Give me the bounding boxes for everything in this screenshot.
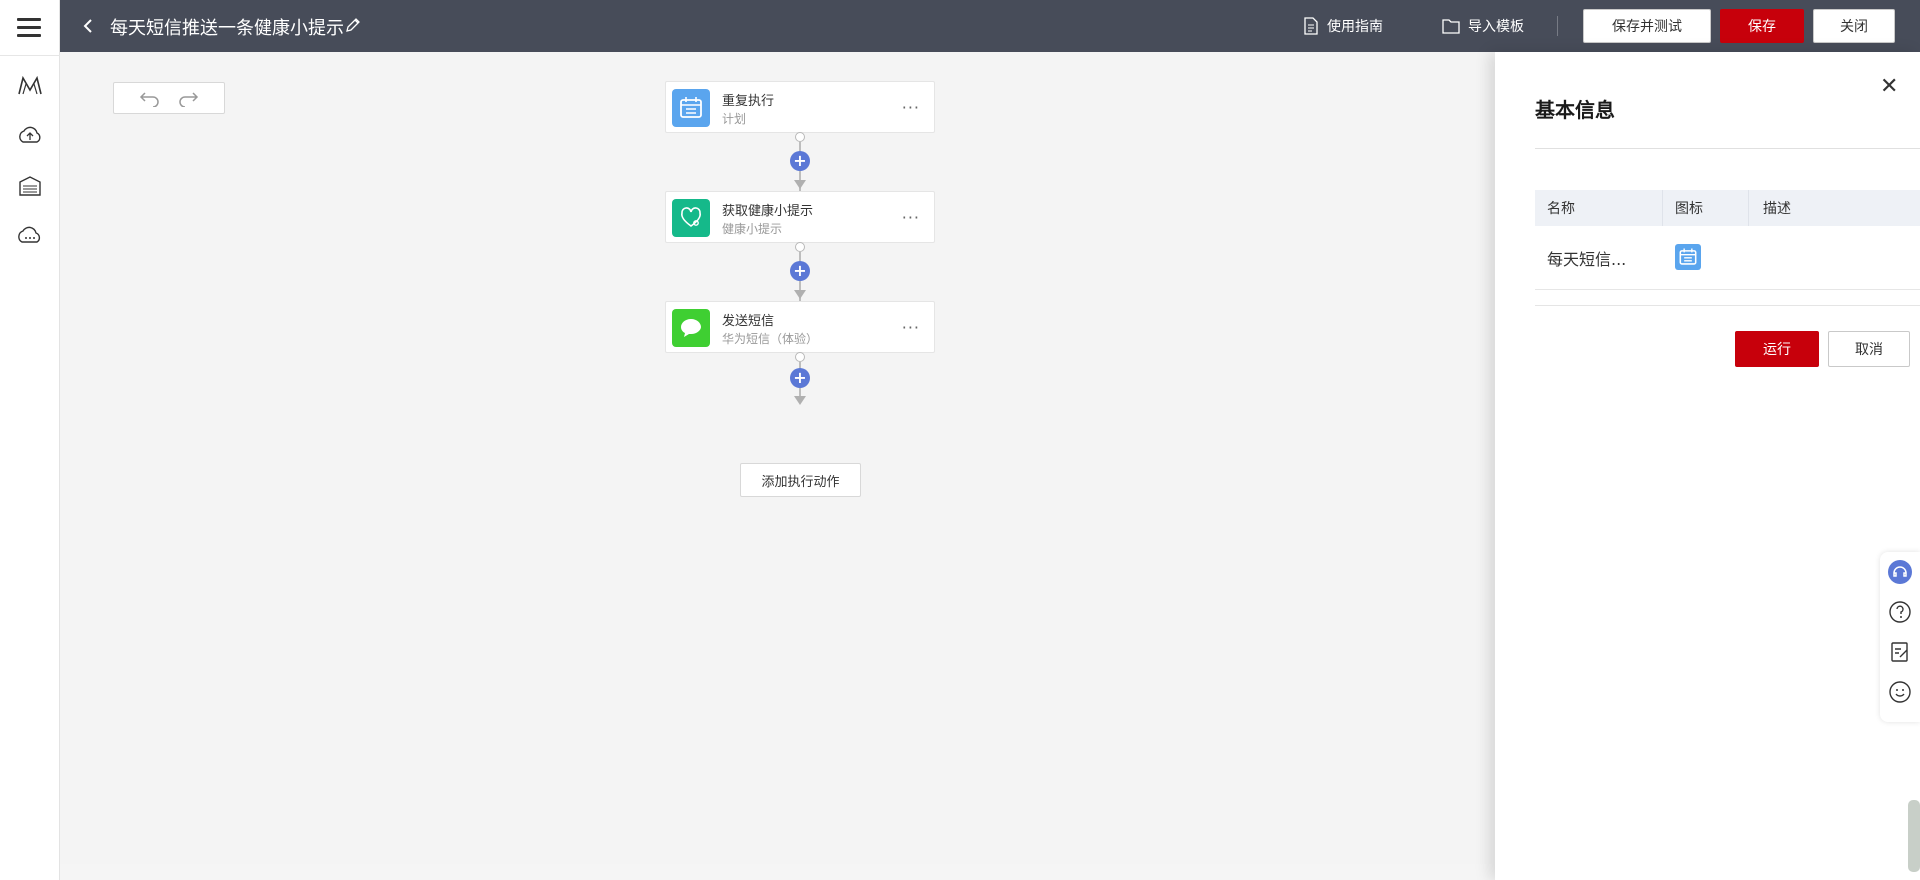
mountain-logo-icon[interactable] — [16, 72, 44, 100]
edit-pencil-icon[interactable] — [344, 16, 362, 34]
flow-node-health-tip[interactable]: 获取健康小提示 健康小提示 ··· — [665, 191, 935, 243]
menu-area — [0, 0, 60, 56]
connector-dot — [795, 242, 805, 252]
flow-node-send-sms[interactable]: 发送短信 华为短信（体验） ··· — [665, 301, 935, 353]
more-options-icon[interactable]: ··· — [902, 318, 920, 337]
node-title: 发送短信 — [722, 314, 775, 329]
node-title: 重复执行 — [722, 94, 775, 109]
add-step-plus-button[interactable]: + — [790, 151, 810, 171]
cloud-upload-icon[interactable] — [16, 122, 44, 150]
column-header-name: 名称 — [1535, 190, 1663, 226]
feedback-edit-icon[interactable] — [1888, 640, 1912, 664]
flow-arrow-icon — [794, 290, 806, 299]
folder-icon — [1442, 19, 1460, 34]
basic-info-panel: 基本信息 ✕ 名称 图标 描述 每天短信... 运行 取消 — [1495, 52, 1920, 880]
help-icon[interactable] — [1888, 600, 1912, 624]
add-action-button[interactable]: 添加执行动作 — [740, 463, 861, 497]
connector-dot — [795, 132, 805, 142]
guide-label: 使用指南 — [1327, 19, 1383, 35]
guide-link[interactable]: 使用指南 — [1303, 16, 1383, 36]
page-title: 每天短信推送一条健康小提示 — [110, 18, 344, 39]
flow-arrow-icon — [794, 180, 806, 189]
flow-node-schedule[interactable]: 重复执行 计划 ··· — [665, 81, 935, 133]
undo-redo-toolbar — [113, 82, 225, 114]
message-bubble-icon — [672, 309, 710, 347]
row-icon-cell — [1663, 244, 1749, 271]
cloud-chat-icon[interactable] — [16, 222, 44, 250]
health-heart-icon — [672, 199, 710, 237]
save-button[interactable]: 保存 — [1720, 9, 1804, 43]
close-icon[interactable]: ✕ — [1880, 74, 1898, 99]
run-button[interactable]: 运行 — [1735, 331, 1819, 367]
document-icon — [1304, 17, 1318, 35]
menu-icon[interactable] — [17, 18, 41, 38]
table-header: 名称 图标 描述 — [1535, 190, 1920, 226]
undo-icon[interactable] — [139, 89, 161, 107]
table-row: 每天短信... — [1535, 226, 1920, 290]
connector-dot — [795, 352, 805, 362]
add-step-plus-button[interactable]: + — [790, 261, 810, 281]
redo-icon[interactable] — [177, 89, 199, 107]
add-step-plus-button[interactable]: + — [790, 368, 810, 388]
customer-service-icon[interactable] — [1888, 560, 1912, 584]
flow-arrow-icon — [794, 396, 806, 405]
node-title: 获取健康小提示 — [722, 204, 814, 219]
left-rail — [0, 0, 75, 880]
panel-divider — [1535, 305, 1920, 306]
more-options-icon[interactable]: ··· — [902, 208, 920, 227]
top-bar: 每天短信推送一条健康小提示 使用指南 导入模板 保存并测试 保存 关闭 — [60, 0, 1920, 52]
import-template-link[interactable]: 导入模板 — [1442, 16, 1524, 36]
more-options-icon[interactable]: ··· — [902, 98, 920, 117]
warehouse-icon[interactable] — [16, 172, 44, 200]
cancel-button[interactable]: 取消 — [1828, 331, 1910, 367]
panel-divider — [1535, 148, 1920, 149]
close-button[interactable]: 关闭 — [1813, 9, 1895, 43]
column-header-icon: 图标 — [1663, 190, 1749, 226]
smile-icon[interactable] — [1888, 680, 1912, 704]
save-and-test-button[interactable]: 保存并测试 — [1583, 9, 1711, 43]
calendar-icon — [1675, 244, 1701, 270]
back-arrow-icon[interactable] — [80, 18, 96, 34]
info-table: 名称 图标 描述 每天短信... — [1535, 190, 1920, 290]
calendar-icon — [672, 89, 710, 127]
column-header-description: 描述 — [1763, 201, 1791, 217]
import-label: 导入模板 — [1468, 19, 1524, 35]
row-name: 每天短信... — [1547, 249, 1627, 269]
flow-canvas: 重复执行 计划 ··· + 获取健康小提示 健康小提示 ··· + 发送短信 华… — [60, 52, 1493, 864]
node-subtitle: 华为短信（体验） — [722, 332, 819, 346]
node-subtitle: 健康小提示 — [722, 222, 783, 236]
vertical-scrollbar[interactable] — [1908, 800, 1920, 872]
toolbar-divider — [1557, 16, 1558, 36]
node-subtitle: 计划 — [722, 112, 747, 126]
panel-title: 基本信息 — [1535, 98, 1615, 122]
floating-toolbar — [1880, 552, 1920, 722]
